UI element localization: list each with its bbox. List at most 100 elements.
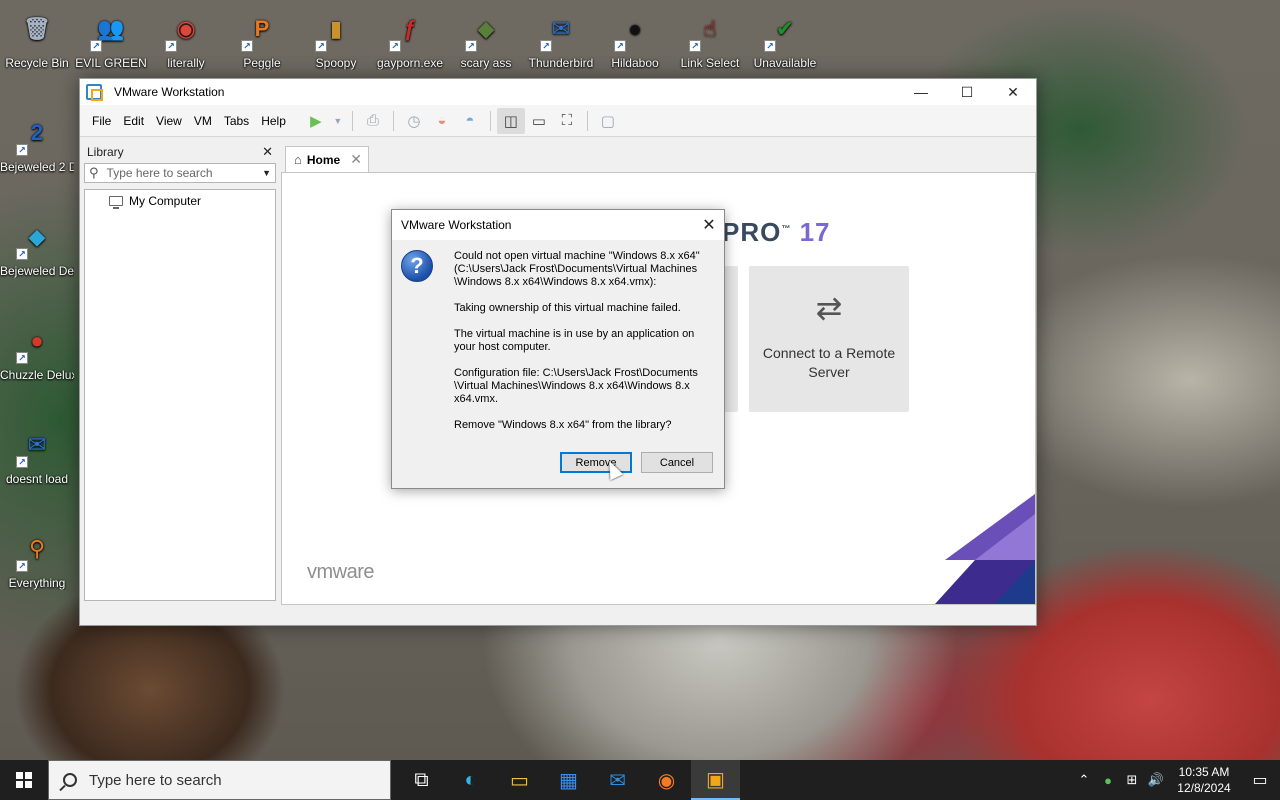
menu-edit[interactable]: Edit (117, 114, 150, 128)
menu-bar: File Edit View VM Tabs Help ▶ ▼ ⎙ ◷ ◒ ◓ … (80, 105, 1036, 137)
search-icon: ⚲ (89, 165, 99, 180)
desktop-icon[interactable]: ◆ ↗ scary ass (449, 6, 523, 71)
computer-icon (109, 196, 123, 209)
shortcut-arrow-icon: ↗ (165, 40, 177, 52)
show-library-icon[interactable]: ◫ (496, 107, 525, 134)
desktop-icon[interactable]: 2↗ Bejeweled 2 Deluxe (0, 110, 74, 175)
desktop-icon[interactable]: ⚲ ↗ Everything (0, 526, 74, 591)
menu-tabs[interactable]: Tabs (218, 114, 255, 128)
chevron-down-icon[interactable]: ▼ (262, 168, 271, 178)
desktop-app-icon: ✉ ↗ (14, 422, 60, 468)
desktop-icon[interactable]: ☝ ↗ Link Select (673, 6, 747, 71)
library-close-icon[interactable]: ✕ (262, 144, 273, 160)
dialog-paragraph: Could not open virtual machine "Windows … (454, 250, 700, 288)
desktop-icon-label: Thunderbird (528, 56, 594, 70)
tab-close-icon[interactable]: ✕ (350, 151, 362, 168)
task-view-icon[interactable]: ⧉ (397, 760, 446, 800)
desktop-app-icon: ▮ ↗ (313, 6, 359, 52)
taskbar-search-input[interactable]: Type here to search (48, 760, 391, 800)
desktop-icon[interactable]: ▮ ↗ Spoopy (299, 6, 373, 70)
desktop-icon[interactable]: P ↗ Peggle (225, 6, 299, 70)
tree-item-label: My Computer (129, 194, 202, 208)
notification-icon[interactable]: ▭ (1240, 770, 1280, 790)
edge-icon[interactable]: ◐ (446, 760, 495, 800)
desktop-icon[interactable]: ◉ ↗ literally (149, 6, 223, 70)
people-icon[interactable]: ● (1096, 773, 1120, 788)
clock[interactable]: 10:35 AM 12/8/2024 (1168, 764, 1240, 796)
menu-file[interactable]: File (86, 114, 117, 128)
thumbnail-bar-icon[interactable]: ▭ (525, 108, 553, 134)
maximize-button[interactable]: ☐ (944, 79, 990, 105)
desktop-icon[interactable]: ● ↗ Hildaboo (598, 6, 672, 71)
tab-bar: ⌂ Home ✕ (281, 143, 1037, 172)
shortcut-arrow-icon: ↗ (16, 456, 28, 468)
send-ctrl-alt-del-icon[interactable]: ⎙ (359, 108, 387, 134)
snapshot-manager-icon[interactable]: ◓ (456, 108, 484, 134)
library-title: Library (87, 145, 124, 159)
start-button[interactable] (0, 760, 48, 800)
power-dropdown-icon[interactable]: ▼ (330, 108, 346, 134)
error-dialog: VMware Workstation ✕ ? Could not open vi… (391, 209, 725, 489)
desktop-app-icon: P ↗ (239, 6, 285, 52)
file-explorer-icon[interactable]: ▭ (495, 760, 544, 800)
power-on-icon[interactable]: ▶ (302, 108, 330, 134)
desktop-app-icon: ● ↗ (612, 6, 658, 52)
library-search-input[interactable]: ⚲ Type here to search ▼ (84, 163, 276, 183)
network-icon[interactable]: ⊞ (1120, 772, 1144, 788)
cancel-button[interactable]: Cancel (641, 452, 713, 473)
dialog-close-button[interactable]: ✕ (694, 215, 724, 235)
desktop-icon[interactable]: ◆↗ Bejeweled Deluxe (0, 214, 74, 279)
close-button[interactable]: ✕ (990, 79, 1036, 105)
chevron-up-icon[interactable]: ⌃ (1072, 772, 1096, 788)
desktop-icon-label: literally (167, 56, 205, 70)
shortcut-arrow-icon: ↗ (764, 40, 776, 52)
desktop-icon[interactable]: ✔ ↗ Unavailable (748, 6, 822, 71)
mail-icon[interactable]: ✉ (593, 760, 642, 800)
menu-view[interactable]: View (150, 114, 188, 128)
full-screen-icon[interactable]: ⛶ (553, 108, 581, 134)
desktop-icon-label: gayporn.exe (376, 56, 444, 70)
desktop-app-icon: ƒ ↗ (387, 6, 433, 52)
desktop-icon[interactable]: 👥 ↗ EVIL GREEN (74, 6, 148, 71)
menu-help[interactable]: Help (255, 114, 292, 128)
product-title: PRO™ 17 (722, 217, 831, 247)
shortcut-arrow-icon: ↗ (241, 40, 253, 52)
snapshot-icon[interactable]: ◷ (400, 108, 428, 134)
minimize-button[interactable]: — (898, 79, 944, 105)
status-bar (80, 605, 1036, 625)
decorative-corner-graphic (935, 494, 1035, 604)
shortcut-arrow-icon: ↗ (540, 40, 552, 52)
console-view-icon[interactable]: ▢ (594, 108, 622, 134)
product-name: PRO (722, 217, 782, 247)
toolbar-separator (489, 110, 491, 131)
dialog-titlebar[interactable]: VMware Workstation ✕ (392, 210, 724, 240)
dialog-paragraph: Remove "Windows 8.x x64" from the librar… (454, 419, 672, 431)
desktop-icon-label: Recycle Bin (5, 56, 69, 70)
tree-item-my-computer[interactable]: My Computer (109, 194, 269, 209)
volume-icon[interactable]: 🔊 (1144, 772, 1168, 788)
window-titlebar[interactable]: VMware Workstation — ☐ ✕ (80, 79, 1036, 105)
desktop-icon-label: Chuzzle Deluxe (0, 368, 74, 382)
menu-vm[interactable]: VM (188, 114, 218, 128)
window-title: VMware Workstation (114, 85, 225, 99)
revert-snapshot-icon[interactable]: ◒ (428, 108, 456, 134)
desktop-app-icon: 👥 ↗ (88, 6, 134, 52)
desktop-icon[interactable]: ●↗ Chuzzle Deluxe (0, 318, 74, 383)
desktop-icon[interactable]: 🗑 Recycle Bin (0, 6, 74, 71)
home-icon: ⌂ (294, 152, 302, 167)
taskbar-search-placeholder: Type here to search (89, 771, 222, 789)
desktop-icon[interactable]: ✉ ↗ doesnt load (0, 422, 74, 487)
desktop-app-icon: ✉ ↗ (538, 6, 584, 52)
dialog-title: VMware Workstation (401, 218, 512, 232)
desktop-icon[interactable]: ƒ ↗ gayporn.exe (373, 6, 447, 71)
desktop-icon[interactable]: ✉ ↗ Thunderbird (524, 6, 598, 71)
question-icon: ? (401, 250, 433, 282)
desktop-icon-label: Link Select (680, 56, 740, 70)
shortcut-arrow-icon: ↗ (465, 40, 477, 52)
tab-home[interactable]: ⌂ Home ✕ (285, 146, 369, 172)
firefox-icon[interactable]: ◉ (642, 760, 691, 800)
vmware-icon[interactable]: ▣ (691, 760, 740, 800)
home-card-connect-remote[interactable]: ⇄ Connect to a Remote Server (749, 266, 909, 412)
desktop-icon-label: EVIL GREEN (75, 56, 147, 70)
store-icon[interactable]: ▦ (544, 760, 593, 800)
